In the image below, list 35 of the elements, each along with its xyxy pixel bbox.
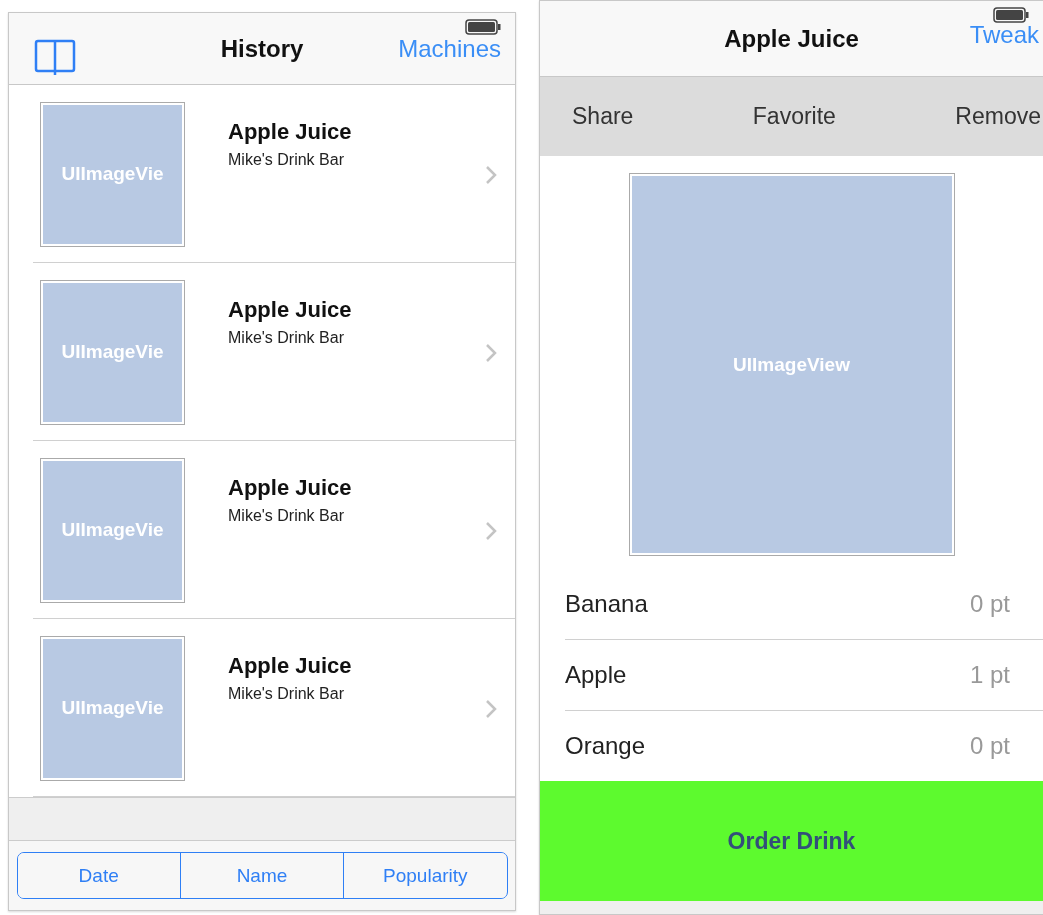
bar-name: Mike's Drink Bar [228, 151, 345, 169]
ingredient-amount: 0 pt [969, 732, 1010, 760]
battery-icon [465, 19, 501, 35]
machines-link[interactable]: Machines [398, 35, 501, 63]
drink-title: Apple Juice [228, 297, 352, 323]
chevron-icon [485, 343, 497, 363]
action-button[interactable]: Remove [955, 103, 1041, 130]
drink-title: Apple Juice [228, 119, 352, 145]
tweak-link[interactable]: Tweak [969, 21, 1039, 49]
drink-title: Apple Juice [228, 475, 352, 501]
book-icon[interactable] [33, 37, 77, 77]
action-button[interactable]: Share [572, 103, 634, 130]
ingredient-name: Apple [565, 661, 627, 689]
nav-title: History [220, 34, 304, 63]
ingredient-name: Banana [565, 590, 648, 618]
bar-name: Mike's Drink Bar [228, 685, 345, 703]
action-button[interactable]: Favorite [752, 103, 836, 130]
ingredient-amount: 1 pt [969, 661, 1010, 689]
nav-title: Apple Juice [724, 24, 859, 53]
placeholder-label: UIImageVie [61, 341, 164, 363]
placeholder-label: UIImageVie [61, 519, 164, 541]
sort-segment[interactable]: Popularity [343, 853, 507, 898]
placeholder-label: UIImageView [733, 353, 850, 376]
order-button[interactable]: Order Drink [540, 781, 1043, 901]
battery-icon [993, 7, 1029, 23]
placeholder-label: UIImageVie [61, 163, 164, 185]
ingredient-amount: 0 pt [969, 590, 1010, 618]
chevron-icon [485, 165, 497, 185]
ingredient-name: Orange [565, 732, 646, 760]
bar-name: Mike's Drink Bar [228, 507, 345, 525]
chevron-icon [485, 521, 497, 541]
placeholder-label: UIImageVie [61, 697, 164, 719]
drink-title: Apple Juice [228, 653, 352, 679]
bar-name: Mike's Drink Bar [228, 329, 345, 347]
chevron-icon [485, 699, 497, 719]
